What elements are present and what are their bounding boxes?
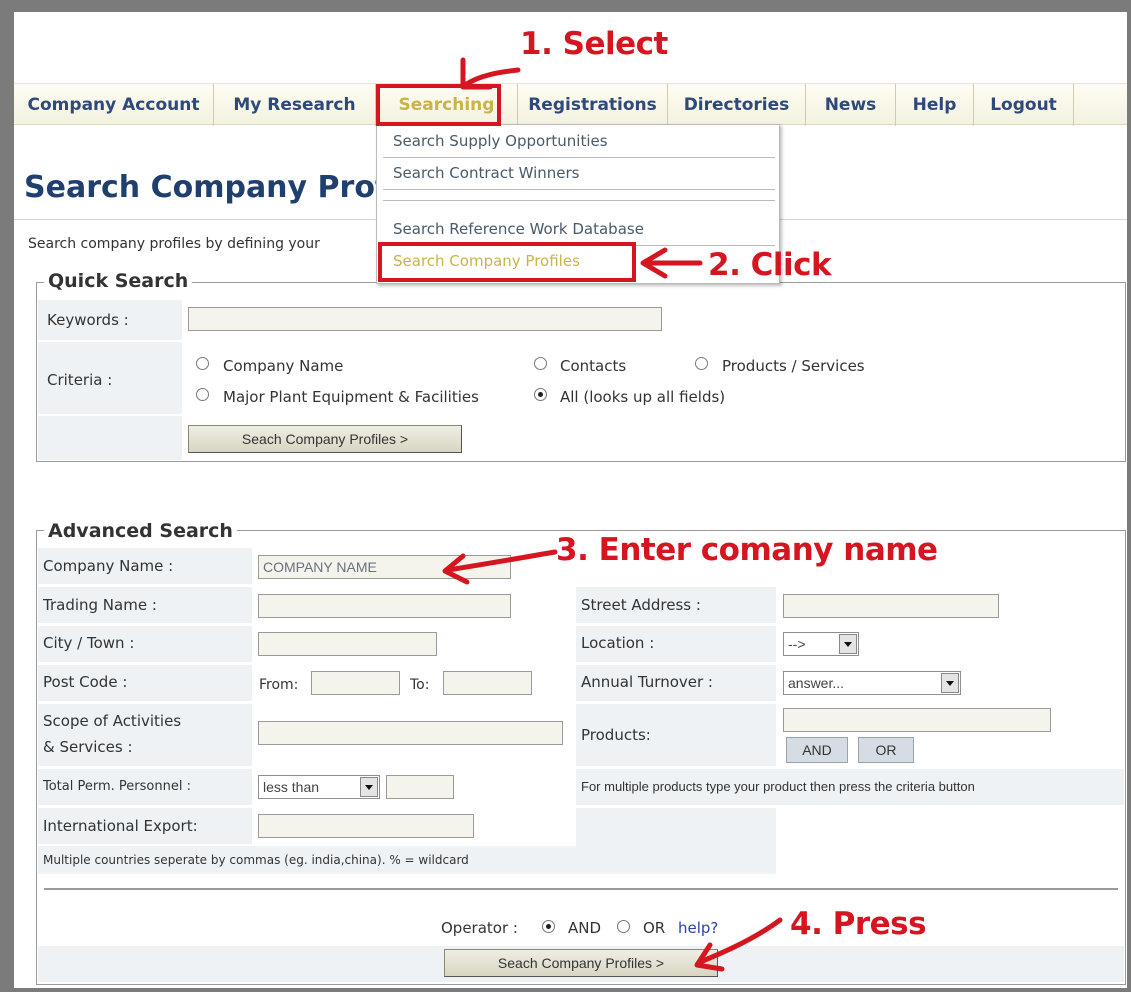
highlight-box-company-profiles xyxy=(378,242,636,282)
personnel-label: Total Perm. Personnel : xyxy=(43,779,191,794)
export-hint: Multiple countries seperate by commas (e… xyxy=(43,853,469,867)
personnel-select[interactable]: less than xyxy=(258,775,380,799)
post-code-from-input[interactable] xyxy=(311,671,400,695)
location-select-value: --> xyxy=(788,636,806,652)
radio-major-plant[interactable] xyxy=(196,388,209,401)
scope-label-line2: & Services : xyxy=(43,738,133,756)
menu-search-contract-winners[interactable]: Search Contract Winners xyxy=(393,164,580,182)
quick-search-legend: Quick Search xyxy=(44,270,193,292)
annotation-step-2: 2. Click xyxy=(708,247,832,283)
help-link[interactable]: help? xyxy=(678,919,718,937)
operator-label: Operator : xyxy=(441,919,518,937)
location-select[interactable]: --> xyxy=(783,632,859,656)
personnel-select-value: less than xyxy=(263,779,320,795)
company-name-label: Company Name : xyxy=(43,557,174,575)
page-intro: Search company profiles by defining your xyxy=(28,236,320,252)
post-code-to-label: To: xyxy=(410,677,430,693)
city-label: City / Town : xyxy=(43,634,135,652)
radio-company-name[interactable] xyxy=(196,357,209,370)
post-code-to-input[interactable] xyxy=(443,671,532,695)
form-divider xyxy=(44,888,1118,890)
turnover-select-value: answer... xyxy=(788,675,845,691)
menu-search-reference-work[interactable]: Search Reference Work Database xyxy=(393,220,644,238)
city-input[interactable] xyxy=(258,632,437,656)
annotation-step-1: 1. Select xyxy=(520,26,668,62)
option-major-plant-label: Major Plant Equipment & Facilities xyxy=(223,388,479,406)
option-contacts-label: Contacts xyxy=(560,357,627,375)
nav-company-account[interactable]: Company Account xyxy=(14,84,214,126)
radio-all-fields[interactable] xyxy=(534,388,547,401)
screenshot-frame-top xyxy=(0,0,1131,12)
products-input[interactable] xyxy=(783,708,1051,732)
keywords-input[interactable] xyxy=(188,307,662,331)
nav-news[interactable]: News xyxy=(806,84,896,126)
advanced-search-button[interactable]: Seach Company Profiles > xyxy=(444,949,718,977)
empty-cell xyxy=(576,808,776,874)
scope-label-line1: Scope of Activities xyxy=(43,712,182,730)
page-title: Search Company Prof xyxy=(24,170,388,205)
keywords-label: Keywords : xyxy=(47,311,129,329)
nav-directories[interactable]: Directories xyxy=(668,84,806,126)
nav-help[interactable]: Help xyxy=(896,84,974,126)
street-address-input[interactable] xyxy=(783,594,999,618)
nav-my-research[interactable]: My Research xyxy=(214,84,376,126)
operator-or-label: OR xyxy=(643,919,666,937)
turnover-select[interactable]: answer... xyxy=(783,671,961,695)
chevron-down-icon xyxy=(839,634,857,654)
street-address-label: Street Address : xyxy=(581,596,701,614)
personnel-count-input[interactable] xyxy=(386,775,454,799)
trading-name-label: Trading Name : xyxy=(43,596,157,614)
trading-name-input[interactable] xyxy=(258,594,511,618)
nav-logout[interactable]: Logout xyxy=(974,84,1074,126)
menu-divider xyxy=(383,200,775,201)
menu-divider xyxy=(383,157,775,158)
menu-search-supply-opportunities[interactable]: Search Supply Opportunities xyxy=(393,132,608,150)
operator-or-radio[interactable] xyxy=(617,920,630,933)
products-or-button[interactable]: OR xyxy=(858,737,914,763)
operator-and-radio[interactable] xyxy=(542,920,555,933)
export-input[interactable] xyxy=(258,814,474,838)
screenshot-frame-left xyxy=(0,0,14,992)
operator-and-label: AND xyxy=(568,919,602,937)
annotation-step-4: 4. Press xyxy=(790,906,927,942)
screenshot-frame-bottom xyxy=(0,988,1131,992)
quick-search-button[interactable]: Seach Company Profiles > xyxy=(188,425,462,453)
scope-input[interactable] xyxy=(258,721,563,745)
radio-contacts[interactable] xyxy=(534,357,547,370)
nav-registrations[interactable]: Registrations xyxy=(518,84,668,126)
chevron-down-icon xyxy=(360,777,378,797)
option-all-fields-label: All (looks up all fields) xyxy=(560,388,726,406)
radio-products-services[interactable] xyxy=(695,357,708,370)
products-and-button[interactable]: AND xyxy=(786,737,848,763)
post-code-label: Post Code : xyxy=(43,673,128,691)
export-label: International Export: xyxy=(43,817,198,835)
option-products-services-label: Products / Services xyxy=(722,357,865,375)
menu-divider xyxy=(383,189,775,190)
criteria-label: Criteria : xyxy=(47,371,113,389)
screenshot-frame-right xyxy=(1127,0,1131,992)
turnover-label: Annual Turnover : xyxy=(581,673,713,691)
button-label-cell xyxy=(38,416,182,460)
annotation-step-3: 3. Enter comany name xyxy=(556,532,938,568)
post-code-from-label: From: xyxy=(259,677,299,693)
highlight-box-searching xyxy=(376,84,501,126)
main-nav: Company Account My Research Searching Re… xyxy=(14,83,1127,126)
company-name-input[interactable]: COMPANY NAME xyxy=(258,555,511,579)
products-hint: For multiple products type your product … xyxy=(581,779,975,794)
advanced-search-legend: Advanced Search xyxy=(44,520,237,542)
chevron-down-icon xyxy=(941,673,959,693)
location-label: Location : xyxy=(581,634,655,652)
products-label: Products: xyxy=(581,726,651,744)
option-company-name-label: Company Name xyxy=(223,357,344,375)
